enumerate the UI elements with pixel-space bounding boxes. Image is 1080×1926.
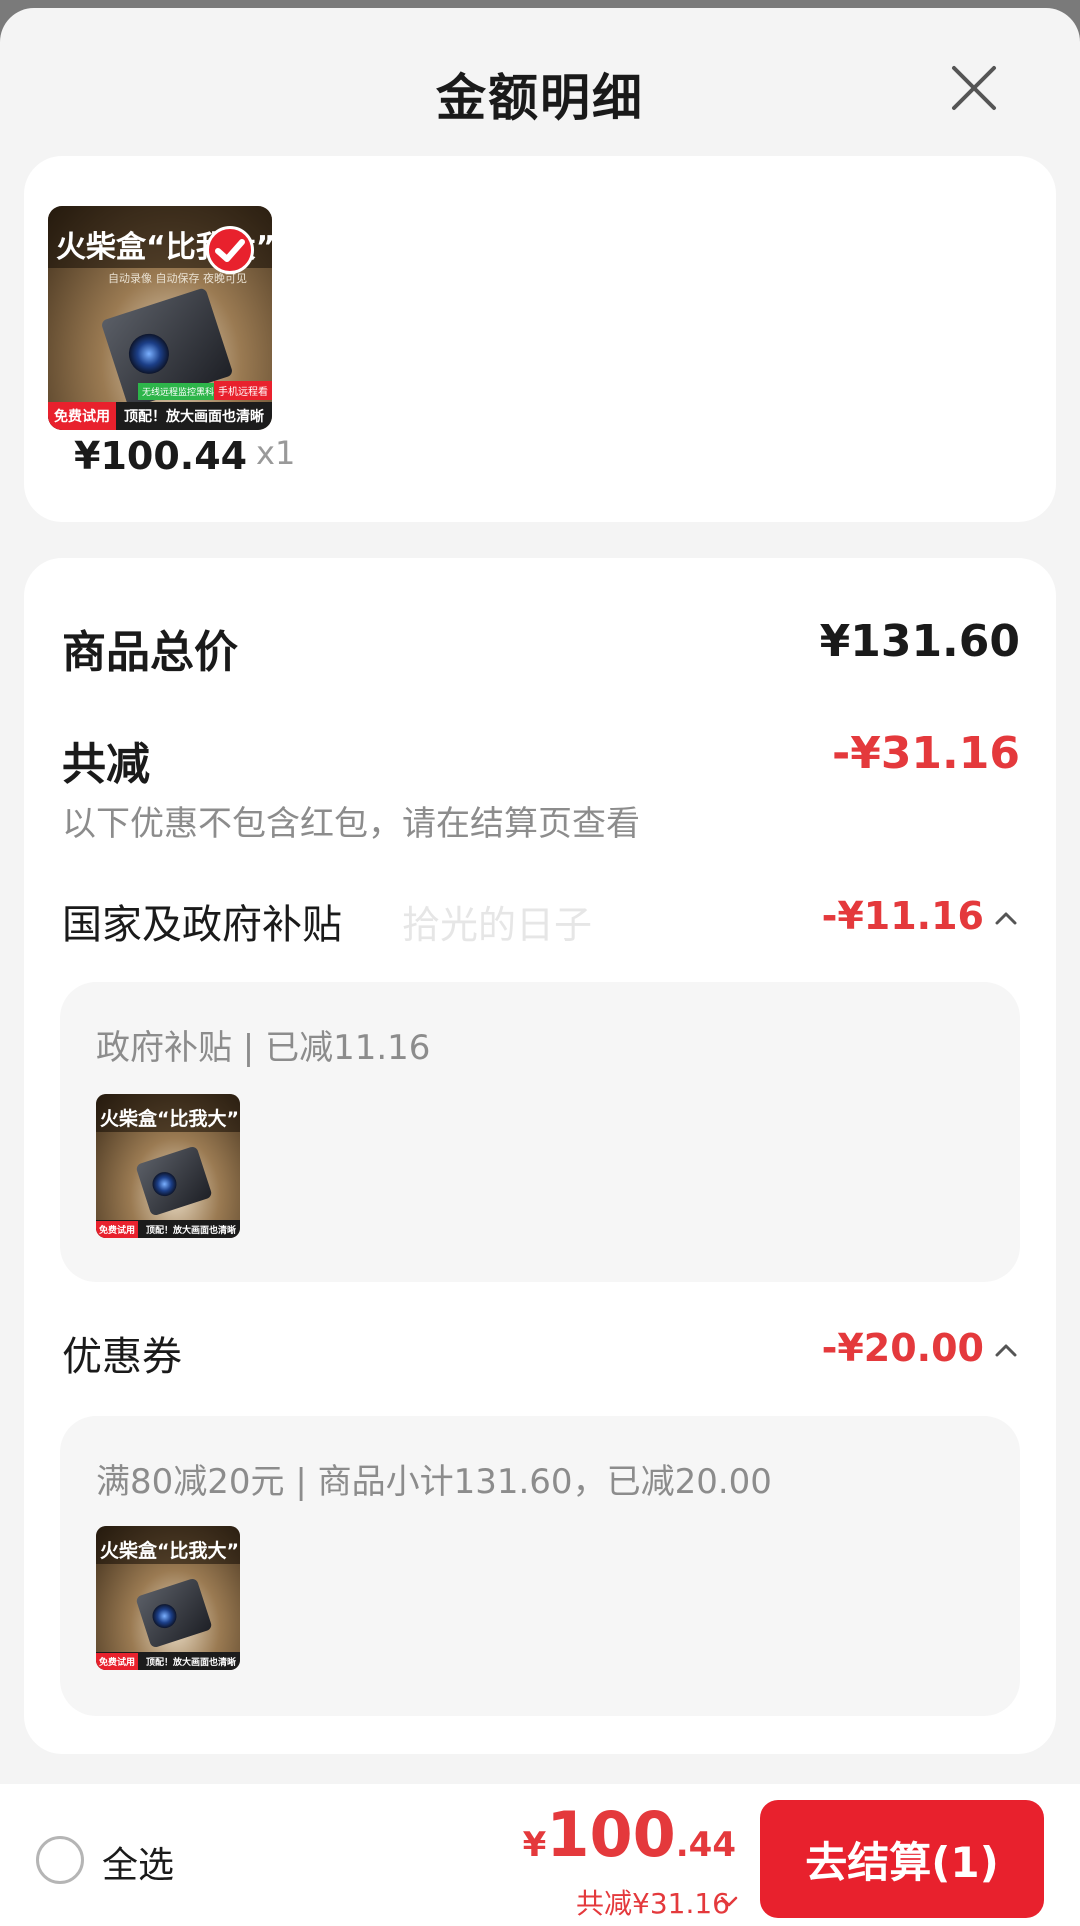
watermark: 拾光的日子 [402,903,593,947]
subsidy-detail-box: 政府补贴 | 已减11.16 火柴盒“比我大” 顶配！放大画面也清晰 免费试用 [60,982,1020,1282]
amount-detail-sheet: 金额明细 火柴盒“比我大” 自动录像 自动保存 夜晚可见 无线远程监控黑科技 手… [0,8,1080,1926]
total-discount-value: -¥31.16 [831,728,1020,779]
total-price-value: ¥131.60 [819,616,1020,667]
product-image-tag: 手机远程看 [214,381,272,400]
coupon-detail-text: 满80减20元 | 商品小计131.60，已减20.00 [96,1462,772,1502]
total-price-label: 商品总价 [62,627,238,678]
subsidy-value[interactable]: -¥11.16 [822,894,984,938]
coupon-label[interactable]: 优惠券 [62,1324,182,1382]
total-discount-label: 共减 [62,739,150,790]
product-image[interactable]: 火柴盒“比我大” 自动录像 自动保存 夜晚可见 无线远程监控黑科技 手机远程看 … [48,206,272,430]
total-decimal: .44 [675,1825,736,1865]
product-card: 火柴盒“比我大” 自动录像 自动保存 夜晚可见 无线远程监控黑科技 手机远程看 … [24,156,1056,522]
select-all-radio[interactable] [36,1836,84,1884]
chevron-up-icon[interactable] [992,904,1020,932]
discount-hint: 以下优惠不包含红包，请在结算页查看 [62,804,640,844]
close-icon[interactable] [946,60,1002,116]
chevron-down-icon[interactable] [718,1890,740,1912]
product-image-tag: 免费试用 [48,402,116,430]
select-all-label[interactable]: 全选 [102,1836,174,1888]
product-quantity: x1 [256,434,296,472]
saved-amount[interactable]: 共减¥31.16 [576,1882,730,1922]
page-title: 金额明细 [436,69,644,127]
total-payable: ¥100.44 [523,1798,736,1871]
total-integer: 100 [546,1798,676,1871]
checkout-button[interactable]: 去结算(1) [760,1800,1044,1918]
chevron-up-icon[interactable] [992,1336,1020,1364]
subsidy-detail-text: 政府补贴 | 已减11.16 [96,1028,431,1068]
check-icon [206,226,254,274]
subsidy-product-thumbnail[interactable]: 火柴盒“比我大” 顶配！放大画面也清晰 免费试用 [96,1094,240,1238]
price-detail-card: 商品总价 ¥131.60 共减 -¥31.16 以下优惠不包含红包，请在结算页查… [24,558,1056,1754]
coupon-product-thumbnail[interactable]: 火柴盒“比我大” 顶配！放大画面也清晰 免费试用 [96,1526,240,1670]
checkout-bar: 全选 ¥100.44 共减¥31.16 去结算(1) [0,1784,1080,1926]
subsidy-label[interactable]: 国家及政府补贴 [62,892,342,950]
currency-symbol: ¥ [522,1825,547,1865]
coupon-value[interactable]: -¥20.00 [822,1326,984,1370]
coupon-detail-box: 满80减20元 | 商品小计131.60，已减20.00 火柴盒“比我大” 顶配… [60,1416,1020,1716]
product-price: ¥100.44 [74,434,248,478]
